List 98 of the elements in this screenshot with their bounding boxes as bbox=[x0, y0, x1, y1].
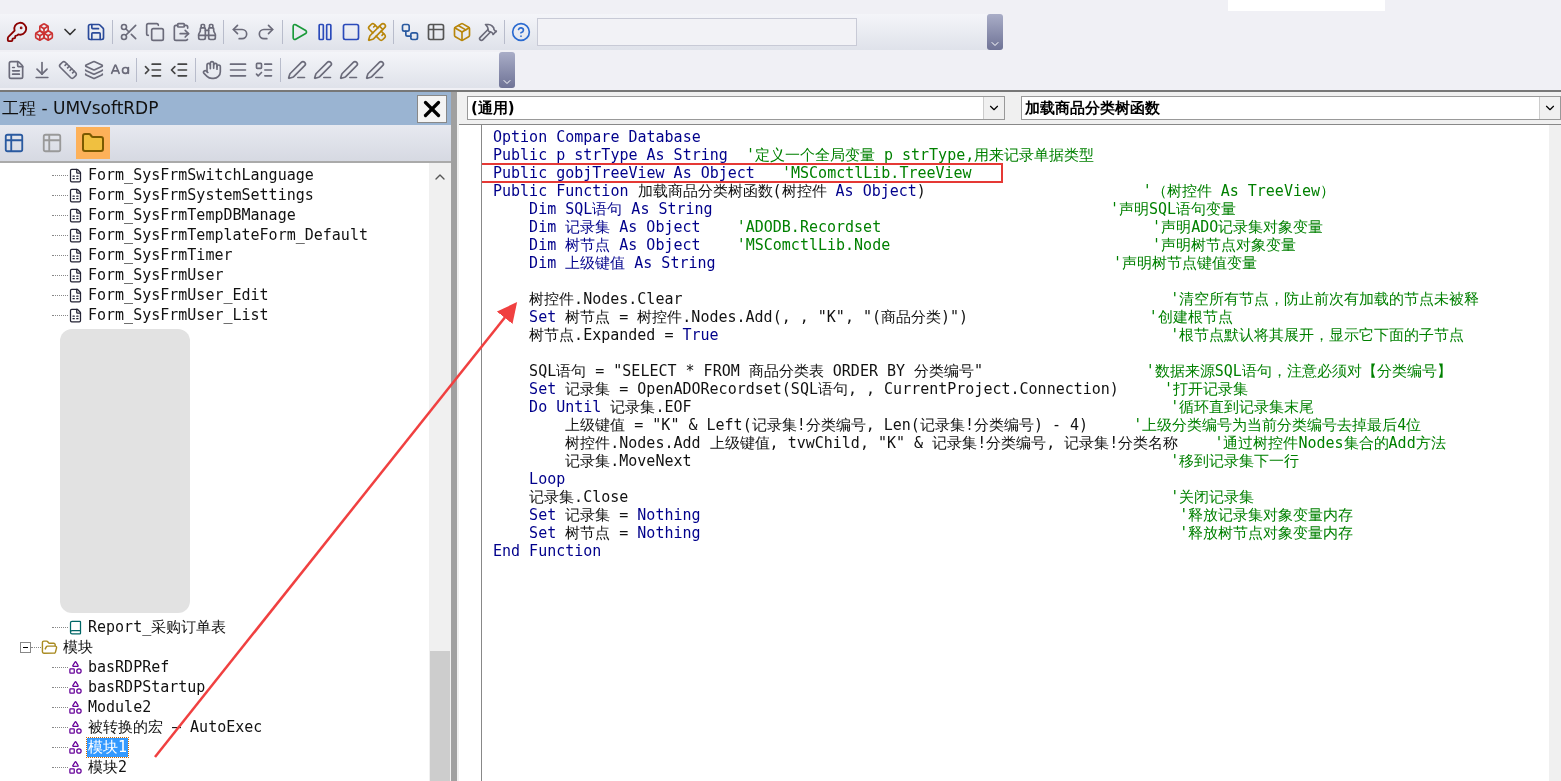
form-icon bbox=[68, 167, 83, 183]
indent-icon[interactable] bbox=[143, 60, 163, 80]
scrollbar[interactable] bbox=[1549, 125, 1561, 781]
code-line: Dim 上级键值 As String '声明树节点键值变量 bbox=[528, 254, 1257, 272]
module-icon bbox=[68, 699, 83, 715]
code-line: 记录集.MoveNext '移到记录集下一行 bbox=[564, 452, 1300, 470]
layers-icon[interactable] bbox=[84, 60, 104, 80]
report-icon bbox=[68, 619, 83, 635]
panel-title: 工程 - UMVsoftRDP bbox=[2, 97, 159, 120]
undo-icon[interactable] bbox=[230, 22, 250, 42]
tree-item[interactable]: Form_SysFrmUser_Edit bbox=[87, 286, 270, 304]
module-icon bbox=[68, 759, 83, 775]
code-line: Set 树节点 = Nothing '释放树节点对象变量内存 bbox=[528, 524, 1354, 542]
code-line: Dim SQL语句 As String '声明SQL语句变量 bbox=[528, 200, 1237, 218]
code-line: 上级键值 = "K" & Left(记录集!分类编号, Len(记录集!分类编号) - 4) '上级分类编号为当前分类编号去掉最后4位 bbox=[564, 416, 1422, 434]
scrollbar[interactable] bbox=[429, 163, 452, 781]
tree-item[interactable]: 模块2 bbox=[87, 757, 129, 777]
key-icon[interactable] bbox=[6, 21, 28, 43]
scrollbar-thumb[interactable] bbox=[430, 651, 451, 781]
tree-item[interactable]: basRDPStartup bbox=[87, 678, 207, 696]
pen-icon[interactable] bbox=[313, 60, 333, 80]
pause-icon[interactable] bbox=[315, 22, 335, 42]
module-icon bbox=[68, 739, 83, 755]
play-icon[interactable] bbox=[289, 22, 309, 42]
close-button[interactable] bbox=[417, 94, 448, 123]
code-line: Option Compare Database bbox=[493, 128, 701, 146]
list-icon[interactable] bbox=[6, 60, 26, 80]
form-icon bbox=[68, 227, 83, 243]
form-icon bbox=[68, 187, 83, 203]
module-icon bbox=[68, 719, 83, 735]
code-line: Set 记录集 = Nothing '释放记录集对象变量内存 bbox=[528, 506, 1354, 524]
design-icon[interactable] bbox=[367, 22, 387, 42]
form-icon bbox=[68, 247, 83, 263]
collapse-toggle[interactable] bbox=[20, 641, 31, 653]
pen-icon[interactable] bbox=[365, 60, 385, 80]
code-line: 树节点.Expanded = True '根节点默认将其展开，显示它下面的子节点 bbox=[528, 326, 1465, 344]
form-icon bbox=[68, 307, 83, 323]
save-icon[interactable] bbox=[86, 22, 106, 42]
highlighted-code-line: Public gobjTreeView As Object 'MSComctlLib.TreeView bbox=[482, 164, 1002, 182]
table-icon bbox=[41, 132, 63, 154]
toolbar-options[interactable] bbox=[499, 52, 515, 88]
tree-item[interactable]: Form_SysFrmTimer bbox=[87, 246, 234, 264]
insert-icon[interactable] bbox=[32, 60, 52, 80]
tree-item[interactable]: Form_SysFrmTempDBManage bbox=[87, 206, 297, 224]
stop-icon[interactable] bbox=[341, 22, 361, 42]
code-line: Set 树节点 = 树控件.Nodes.Add(, , "K", "(商品分类)") '创建根节点 bbox=[528, 308, 1233, 326]
module-icon bbox=[68, 679, 83, 695]
module-icon bbox=[68, 659, 83, 675]
tree-item[interactable]: Form_SysFrmSwitchLanguage bbox=[87, 166, 315, 184]
code-line: 记录集.Close '关闭记录集 bbox=[528, 488, 1255, 506]
form-icon bbox=[68, 267, 83, 283]
tools-icon[interactable] bbox=[478, 22, 498, 42]
copy-icon[interactable] bbox=[145, 22, 165, 42]
code-line: Public p_strType As String '定义一个全局变量 p_strType,用来记录单据类型 bbox=[493, 146, 1095, 164]
table-icon bbox=[3, 132, 25, 154]
code-line: 树控件.Nodes.Add 上级键值, tvwChild, "K" & 记录集!分类编号, 记录集!分类名称 '通过树控件Nodes集合的Add方法 bbox=[564, 434, 1446, 452]
pen-icon[interactable] bbox=[339, 60, 359, 80]
box-icon[interactable] bbox=[452, 22, 472, 42]
procedure-dropdown[interactable]: 加载商品分类树函数 bbox=[1021, 96, 1561, 120]
pen-icon[interactable] bbox=[287, 60, 307, 80]
form-icon bbox=[68, 207, 83, 223]
tree-item[interactable]: Module2 bbox=[87, 698, 153, 716]
tree-item[interactable]: Report_采购订单表 bbox=[87, 617, 228, 637]
folder-icon bbox=[41, 638, 58, 656]
outdent-icon[interactable] bbox=[169, 60, 189, 80]
code-line: End Function bbox=[493, 542, 602, 560]
help-icon[interactable] bbox=[511, 22, 531, 42]
combo-field[interactable] bbox=[537, 18, 857, 46]
object-dropdown[interactable]: (通用) bbox=[467, 96, 1005, 120]
tree-item[interactable]: Form_SysFrmSystemSettings bbox=[87, 186, 315, 204]
redo-icon[interactable] bbox=[256, 22, 276, 42]
code-line: Set 记录集 = OpenADORecordset(SQL语句, , CurrentProject.Connection) '打开记录集 bbox=[528, 380, 1249, 398]
properties-icon[interactable] bbox=[426, 22, 446, 42]
cut-icon[interactable] bbox=[119, 22, 139, 42]
tree-item[interactable]: 模块 bbox=[62, 637, 94, 657]
form-icon bbox=[68, 287, 83, 303]
tree-item[interactable]: basRDPRef bbox=[87, 658, 171, 676]
code-line: Loop bbox=[528, 470, 566, 488]
hand-icon[interactable] bbox=[202, 60, 222, 80]
code-line: Do Until 记录集.EOF '循环直到记录集末尾 bbox=[528, 398, 1315, 416]
code-line: 树控件.Nodes.Clear '清空所有节点，防止前次有加载的节点未被释 bbox=[528, 290, 1480, 308]
tree-item[interactable]: Form_SysFrmUser bbox=[87, 266, 225, 284]
find-icon[interactable] bbox=[197, 22, 217, 42]
toolbar-options[interactable] bbox=[987, 14, 1003, 50]
toggle-folders-button[interactable] bbox=[76, 127, 110, 159]
project-icon[interactable] bbox=[400, 22, 420, 42]
tree-item[interactable]: Form_SysFrmTemplateForm_Default bbox=[87, 226, 369, 244]
lines-icon[interactable] bbox=[228, 60, 248, 80]
code-line: Dim 记录集 As Object 'ADODB.Recordset '声明ADO记录集对象变量 bbox=[528, 218, 1324, 236]
list-check-icon[interactable] bbox=[254, 60, 274, 80]
tree-item[interactable]: Form_SysFrmUser_List bbox=[87, 306, 270, 324]
ruler-icon[interactable] bbox=[58, 60, 78, 80]
code-line: Dim 树节点 As Object 'MSComctlLib.Node '声明树节点对象变量 bbox=[528, 236, 1297, 254]
code-line: Public Function 加载商品分类树函数(树控件 As Object) '（树控件 As TreeView） bbox=[493, 182, 1336, 200]
shapes-icon[interactable] bbox=[34, 22, 54, 42]
code-line: SQL语句 = "SELECT * FROM 商品分类表 ORDER BY 分类编号" '数据来源SQL语句，注意必须对【分类编号】 bbox=[528, 362, 1452, 380]
folder-icon bbox=[81, 131, 105, 155]
paste-icon[interactable] bbox=[171, 22, 191, 42]
